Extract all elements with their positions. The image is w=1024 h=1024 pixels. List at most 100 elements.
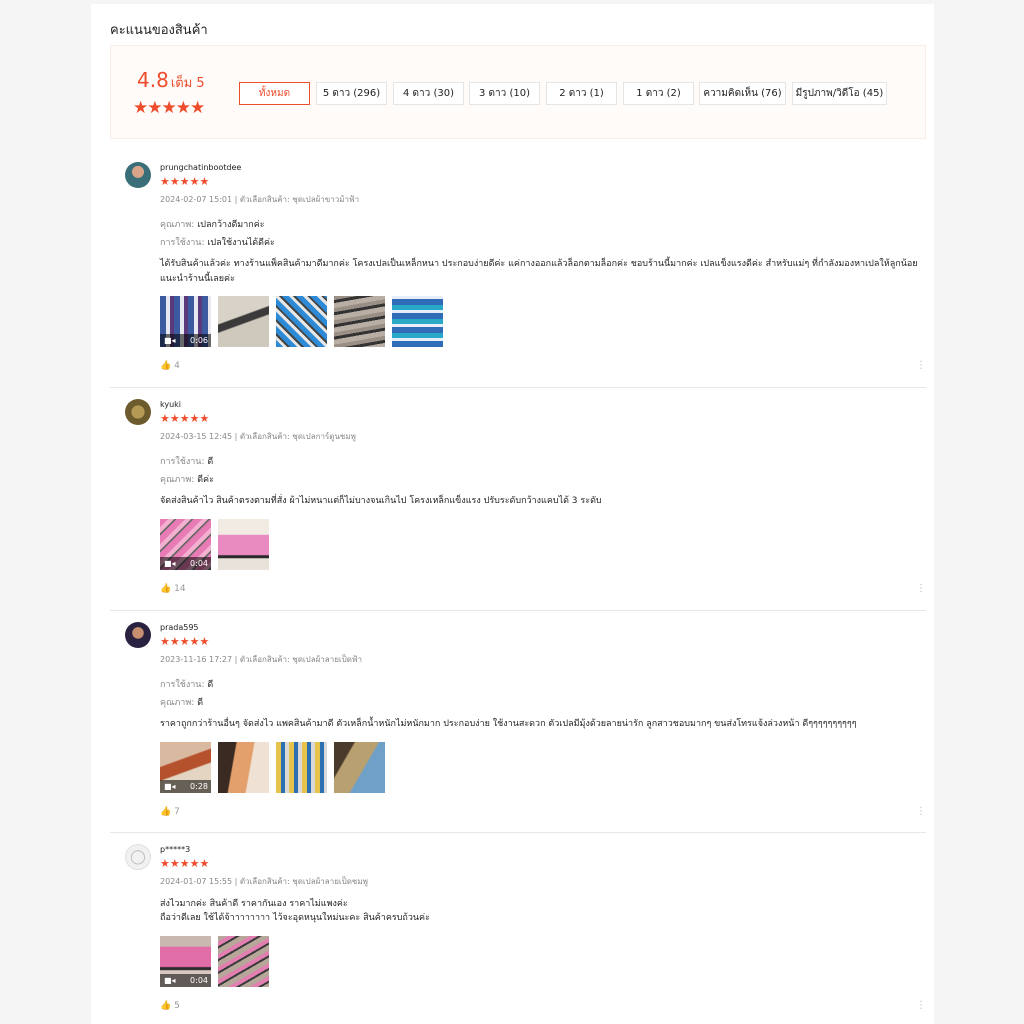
overall-score: 4.8 เต็ม 5 [137, 68, 205, 93]
review-text: จัดส่งสินค้าไว สินค้าตรงตามที่สั่ง ผ้าไม… [160, 496, 602, 506]
video-duration: 0:04 [190, 976, 208, 985]
more-options-icon[interactable]: ⋮ [916, 1000, 926, 1011]
more-options-icon[interactable]: ⋮ [916, 360, 926, 371]
video-duration: 0:28 [190, 782, 208, 791]
like-count: 5 [174, 1001, 180, 1011]
like-button[interactable]: 👍 7 [160, 807, 180, 817]
review-meta: 2024-02-07 15:01 | ตัวเลือกสินค้า: ชุดเป… [160, 195, 360, 204]
photo-thumbnail[interactable] [218, 296, 269, 347]
filter-all[interactable]: ทั้งหมด [239, 82, 310, 105]
review-username: prada595 [160, 623, 199, 632]
section-title: คะแนนของสินค้า [110, 23, 208, 38]
review-media: ■◂ 0:28 [160, 742, 385, 793]
rating-overview: 4.8 เต็ม 5 ★★★★★ ทั้งหมด 5 ดาว (296) 4 ดา… [110, 45, 926, 139]
photo-thumbnail[interactable] [218, 519, 269, 570]
filter-1-star[interactable]: 1 ดาว (2) [623, 82, 694, 105]
like-button[interactable]: 👍 14 [160, 584, 186, 594]
video-thumbnail[interactable]: ■◂ 0:28 [160, 742, 211, 793]
filter-3-stars[interactable]: 3 ดาว (10) [469, 82, 540, 105]
more-options-icon[interactable]: ⋮ [916, 583, 926, 594]
thumbs-up-icon: 👍 [160, 1001, 172, 1011]
video-badge: ■◂ 0:04 [160, 974, 211, 987]
overall-stars: ★★★★★ [133, 98, 205, 118]
video-camera-icon: ■◂ [164, 336, 176, 345]
video-duration: 0:04 [190, 559, 208, 568]
review-attribute: คุณภาพ: ดี [160, 695, 203, 709]
attribute-value: เปลกว้างดีมากค่ะ [197, 220, 265, 230]
attribute-key: คุณภาพ: [160, 475, 195, 485]
like-button[interactable]: 👍 5 [160, 1001, 180, 1011]
attribute-value: เปลใช้งานได้ดีค่ะ [207, 238, 275, 248]
attribute-key: การใช้งาน: [160, 457, 205, 467]
like-count: 14 [174, 584, 186, 594]
review-item: prungchatinbootdee ★★★★★ 2024-02-07 15:0… [110, 162, 926, 388]
review-media: ■◂ 0:04 [160, 519, 269, 570]
review-attribute: คุณภาพ: เปลกว้างดีมากค่ะ [160, 217, 265, 231]
filter-4-stars[interactable]: 4 ดาว (30) [393, 82, 464, 105]
photo-thumbnail[interactable] [218, 936, 269, 987]
avatar[interactable] [125, 622, 151, 648]
review-attribute: การใช้งาน: ดี [160, 677, 213, 691]
score-suffix: เต็ม 5 [170, 76, 205, 91]
review-meta: 2023-11-16 17:27 | ตัวเลือกสินค้า: ชุดเป… [160, 655, 363, 664]
attribute-key: การใช้งาน: [160, 238, 205, 248]
review-attribute: คุณภาพ: ดีค่ะ [160, 472, 214, 486]
score-value: 4.8 [137, 68, 169, 92]
review-item: prada595 ★★★★★ 2023-11-16 17:27 | ตัวเลื… [110, 622, 926, 833]
filter-media[interactable]: มีรูปภาพ/วิดีโอ (45) [792, 82, 887, 105]
review-username: prungchatinbootdee [160, 163, 242, 172]
video-camera-icon: ■◂ [164, 559, 176, 568]
like-button[interactable]: 👍 4 [160, 361, 180, 371]
attribute-value: ดี [197, 698, 204, 708]
review-meta: 2024-01-07 15:55 | ตัวเลือกสินค้า: ชุดเป… [160, 877, 368, 886]
review-media: ■◂ 0:04 [160, 936, 269, 987]
review-attribute: การใช้งาน: ดี [160, 454, 213, 468]
video-thumbnail[interactable]: ■◂ 0:06 [160, 296, 211, 347]
review-username: kyuki [160, 400, 182, 409]
review-media: ■◂ 0:06 [160, 296, 443, 347]
review-text-line: ถือว่าดีเลย ใช้ได้จ้าาาาาาาา ไว้จะอุดหนุ… [160, 913, 430, 923]
video-badge: ■◂ 0:04 [160, 557, 211, 570]
review-stars: ★★★★★ [160, 857, 210, 870]
review-text: ราคาถูกกว่าร้านอื่นๆ จัดส่งไว แพคสินค้าม… [160, 719, 857, 729]
attribute-key: คุณภาพ: [160, 220, 195, 230]
thumbs-up-icon: 👍 [160, 584, 172, 594]
video-duration: 0:06 [190, 336, 208, 345]
filter-2-stars[interactable]: 2 ดาว (1) [546, 82, 617, 105]
review-text-line: ส่งไวมากค่ะ สินค้าดี ราคากันเอง ราคาไม่แ… [160, 899, 348, 909]
filter-5-stars[interactable]: 5 ดาว (296) [316, 82, 387, 105]
photo-thumbnail[interactable] [276, 742, 327, 793]
photo-thumbnail[interactable] [334, 296, 385, 347]
review-username: p*****3 [160, 845, 191, 854]
panel-top-strip [91, 0, 934, 4]
review-item: kyuki ★★★★★ 2024-03-15 12:45 | ตัวเลือกส… [110, 399, 926, 611]
avatar[interactable] [125, 162, 151, 188]
review-text: ได้รับสินค้าแล้วค่ะ ทางร้านแพ็คสินค้ามาด… [160, 259, 918, 284]
review-meta: 2024-03-15 12:45 | ตัวเลือกสินค้า: ชุดเป… [160, 432, 356, 441]
attribute-value: ดีค่ะ [197, 475, 214, 485]
attribute-key: คุณภาพ: [160, 698, 195, 708]
video-thumbnail[interactable]: ■◂ 0:04 [160, 519, 211, 570]
avatar[interactable] [125, 399, 151, 425]
video-badge: ■◂ 0:28 [160, 780, 211, 793]
filter-comments[interactable]: ความคิดเห็น (76) [699, 82, 786, 105]
video-badge: ■◂ 0:06 [160, 334, 211, 347]
default-avatar-icon[interactable]: ◯ [125, 844, 151, 870]
attribute-value: ดี [207, 457, 214, 467]
more-options-icon[interactable]: ⋮ [916, 806, 926, 817]
photo-thumbnail[interactable] [334, 742, 385, 793]
attribute-key: การใช้งาน: [160, 680, 205, 690]
video-thumbnail[interactable]: ■◂ 0:04 [160, 936, 211, 987]
review-item: ◯ p*****3 ★★★★★ 2024-01-07 15:55 | ตัวเล… [110, 844, 926, 1024]
video-camera-icon: ■◂ [164, 782, 176, 791]
review-stars: ★★★★★ [160, 412, 210, 425]
attribute-value: ดี [207, 680, 214, 690]
like-count: 7 [174, 807, 180, 817]
photo-thumbnail[interactable] [276, 296, 327, 347]
photo-thumbnail[interactable] [392, 296, 443, 347]
product-ratings-panel: คะแนนของสินค้า 4.8 เต็ม 5 ★★★★★ ทั้งหมด 5… [91, 0, 934, 1024]
review-stars: ★★★★★ [160, 175, 210, 188]
thumbs-up-icon: 👍 [160, 807, 172, 817]
photo-thumbnail[interactable] [218, 742, 269, 793]
thumbs-up-icon: 👍 [160, 361, 172, 371]
